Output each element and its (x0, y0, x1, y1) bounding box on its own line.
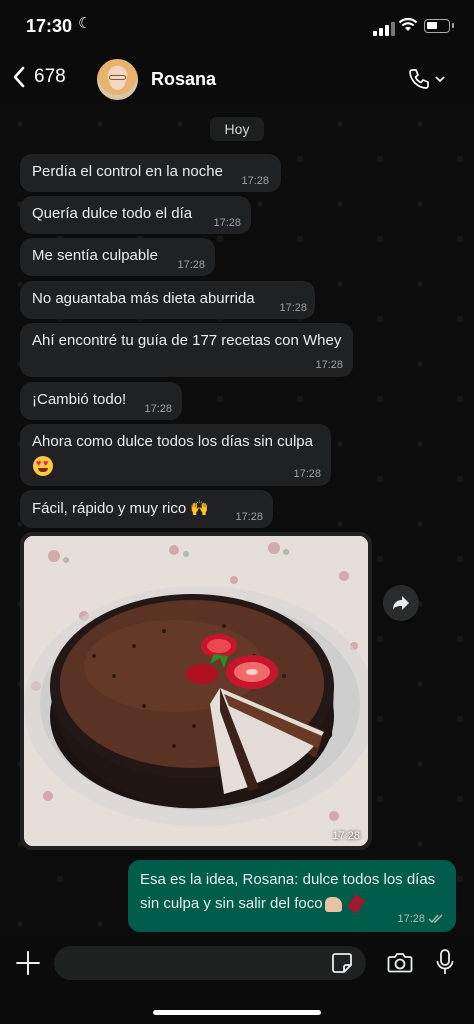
message-text: Fácil, rápido y muy rico 🙌 (32, 499, 209, 517)
date-chip: Hoy (210, 117, 264, 141)
message-bubble[interactable]: Quería dulce todo el día 17:28 (20, 196, 251, 234)
message-text-line1: Esa es la idea, Rosana: dulce todos los … (140, 871, 436, 888)
status-bar: 17:30 ☾ (0, 0, 474, 56)
wifi-icon (398, 17, 418, 31)
message-text: Ahí encontré tu guía de 177 recetas con … (32, 332, 342, 349)
message-time: 17:28 (241, 175, 269, 187)
chevron-down-icon (435, 76, 445, 83)
message-time: 17:28 (144, 403, 172, 415)
sticker-icon[interactable] (331, 952, 353, 974)
call-button[interactable] (407, 67, 445, 91)
message-text: ¡Cambió todo! (32, 391, 127, 408)
message-bubble[interactable]: No aguantaba más dieta aburrida 17:28 (20, 281, 315, 319)
chocolate-bar-emoji-icon (346, 894, 366, 915)
camera-icon[interactable] (387, 951, 413, 973)
message-text: Quería dulce todo el día (32, 205, 193, 222)
home-indicator[interactable] (153, 1010, 321, 1015)
unread-count: 678 (34, 66, 66, 87)
moon-icon: ☾ (78, 15, 92, 32)
message-text-line2-content: sin culpa y sin salir del foco (140, 895, 323, 912)
message-text: Me sentía culpable (32, 247, 158, 264)
message-time: 17:28 (235, 511, 263, 523)
message-text-content: Fácil, rápido y muy rico (32, 500, 187, 517)
message-time-text: 17:28 (397, 913, 425, 925)
chocolate-tart-photo[interactable] (24, 536, 368, 846)
message-bubble[interactable]: ¡Cambió todo! 17:28 (20, 382, 182, 420)
contact-name[interactable]: Rosana (151, 69, 216, 90)
message-text: Perdía el control en la noche (32, 163, 223, 180)
heart-eyes-emoji-icon (33, 456, 53, 476)
forward-arrow-icon (393, 596, 409, 610)
message-text-line2: sin culpa y sin salir del foco (140, 894, 366, 915)
message-text: Ahora como dulce todos los días sin culp… (32, 433, 313, 450)
message-time: 17:28 (332, 830, 360, 842)
message-bubble[interactable]: Perdía el control en la noche 17:28 (20, 154, 281, 192)
raising-hands-emoji-icon: 🙌 (190, 500, 210, 517)
cellular-signal-icon (373, 22, 395, 36)
message-time: 17:28 (177, 259, 205, 271)
chat-header: 678 Rosana (0, 56, 474, 104)
forward-button[interactable] (383, 585, 419, 621)
avatar[interactable] (97, 59, 138, 100)
phone-icon (409, 69, 429, 89)
message-time: 17:28 (213, 217, 241, 229)
message-input[interactable] (54, 946, 366, 980)
battery-icon (424, 19, 454, 33)
plus-icon[interactable] (15, 950, 41, 976)
message-time: 17:28 (279, 302, 307, 314)
chevron-left-icon (13, 66, 25, 88)
message-time: 17:28 (315, 359, 343, 371)
message-text: No aguantaba más dieta aburrida (32, 290, 255, 307)
microphone-icon[interactable] (436, 948, 454, 976)
status-time: 17:30 (26, 16, 73, 36)
double-check-icon (428, 914, 443, 924)
message-bubble[interactable]: Ahí encontré tu guía de 177 recetas con … (20, 323, 353, 377)
back-button[interactable]: 678 (12, 66, 66, 88)
outgoing-message-bubble[interactable]: Esa es la idea, Rosana: dulce todos los … (128, 860, 456, 932)
image-message[interactable]: 17:28 (20, 532, 372, 850)
message-bubble[interactable]: Fácil, rápido y muy rico 🙌 17:28 (20, 490, 273, 528)
message-bubble[interactable]: Me sentía culpable 17:28 (20, 238, 215, 276)
flexed-biceps-emoji-icon (324, 896, 342, 912)
message-time: 17:28 (293, 468, 321, 480)
message-time: 17:28 (397, 913, 444, 925)
message-bubble[interactable]: Ahora como dulce todos los días sin culp… (20, 424, 331, 486)
